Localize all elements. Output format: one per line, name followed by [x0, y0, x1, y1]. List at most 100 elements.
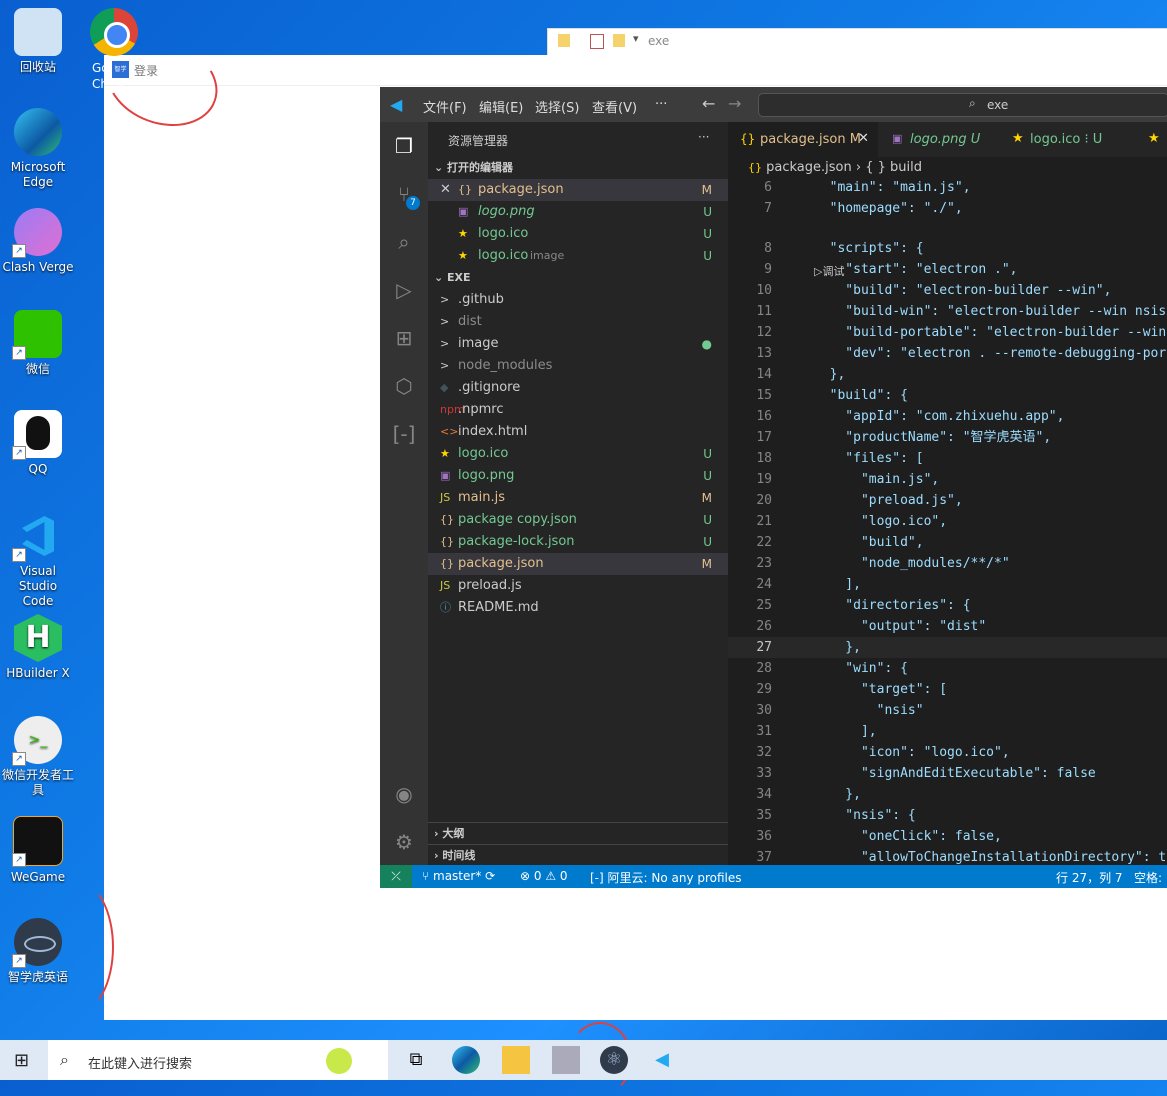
breadcrumb-symbol[interactable]: { } build: [865, 160, 922, 175]
search-text: exe: [987, 98, 1009, 112]
indent-status[interactable]: 空格: 2: [1134, 869, 1167, 900]
git-status: U: [703, 249, 712, 263]
file-tree-item[interactable]: ◆ .gitignore: [428, 377, 728, 399]
task-view-icon[interactable]: ⧉: [402, 1046, 430, 1074]
desktop-icon-wechat-devtools[interactable]: >_ ↗ 微信开发者工具: [2, 716, 74, 798]
code-text: "build",: [814, 535, 924, 550]
file-tree-item[interactable]: > image ●: [428, 333, 728, 355]
open-editors-header[interactable]: ⌄ 打开的编辑器: [428, 157, 728, 179]
tab-package-json[interactable]: {} package.json M ✕: [728, 122, 878, 157]
breadcrumb[interactable]: {} package.json › { } build: [748, 160, 922, 175]
star-icon[interactable]: ★: [1148, 131, 1160, 146]
open-editor-item[interactable]: ★ logo.ico U: [428, 223, 728, 245]
file-tree-item[interactable]: ★ logo.ico U: [428, 443, 728, 465]
desktop-icon-wechat[interactable]: ↗ 微信: [2, 310, 74, 377]
file-explorer-icon[interactable]: [502, 1046, 530, 1074]
back-arrow-icon[interactable]: ←: [702, 94, 715, 113]
file-tree-item[interactable]: {} package copy.json U: [428, 509, 728, 531]
code-text: ],: [814, 724, 877, 739]
desktop-icon-hbuilder[interactable]: H HBuilder X: [2, 614, 74, 681]
file-tree-item[interactable]: > .github: [428, 289, 728, 311]
file-tree-item[interactable]: npm .npmrc: [428, 399, 728, 421]
vscode-taskbar-icon[interactable]: ◀: [648, 1046, 676, 1074]
outline-header[interactable]: › 大纲: [428, 822, 728, 845]
file-icon: JS: [440, 579, 451, 592]
file-tree-item[interactable]: ⓘ README.md: [428, 597, 728, 619]
breadcrumb-file[interactable]: package.json: [766, 160, 852, 175]
timeline-header[interactable]: › 时间线: [428, 844, 728, 867]
menu-view[interactable]: 查看(V): [592, 97, 637, 116]
desktop-icon-edge[interactable]: Microsoft Edge: [2, 108, 74, 190]
code-text: "nsis": [814, 703, 924, 718]
dropdown-icon[interactable]: ▾: [633, 32, 639, 45]
desktop-icon-wegame[interactable]: ↗ WeGame: [2, 816, 74, 885]
folder-label: EXE: [447, 271, 471, 284]
tab-logo-ico[interactable]: ★ logo.ico ⁝ U: [998, 122, 1133, 157]
file-tree-item[interactable]: ▣ logo.png U: [428, 465, 728, 487]
open-editor-item[interactable]: ✕ {} package.json M: [428, 179, 728, 201]
file-tree-item[interactable]: > node_modules: [428, 355, 728, 377]
code-text: "build-portable": "electron-builder --wi…: [814, 325, 1167, 340]
line-number: 9: [764, 262, 772, 277]
file-icon: {}: [440, 557, 454, 570]
line-number: 7: [764, 201, 772, 216]
search-icon[interactable]: ⌕: [392, 230, 416, 254]
line-number: 28: [756, 661, 772, 676]
windows-start-icon[interactable]: ⊞: [14, 1050, 29, 1071]
remote-icon[interactable]: ⬡: [392, 374, 416, 398]
forward-arrow-icon[interactable]: →: [728, 94, 741, 113]
file-explorer-window-strip[interactable]: ▾ exe: [547, 28, 1167, 56]
close-icon[interactable]: ✕: [858, 131, 869, 146]
folder-header[interactable]: ⌄ EXE: [428, 267, 728, 289]
taskbar-search[interactable]: ⌕ 在此键入进行搜索: [48, 1040, 388, 1080]
problems-status[interactable]: ⊗ 0 ⚠ 0: [520, 869, 568, 883]
file-tree-item[interactable]: <> index.html: [428, 421, 728, 443]
open-editor-item[interactable]: ★ logo.ico image U: [428, 245, 728, 267]
settings-gear-icon[interactable]: ⚙: [392, 830, 416, 854]
branch-status[interactable]: ⑂ master* ⟳: [422, 869, 495, 883]
code-area[interactable]: 6 "main": "main.js", 7 "homepage": "./", 8…: [728, 177, 1167, 865]
desktop-icon-vscode[interactable]: ↗ Visual Studio Code: [2, 512, 74, 609]
explorer-files-icon[interactable]: ❐: [392, 134, 416, 158]
command-center-search[interactable]: ⌕ exe: [758, 93, 1167, 117]
file-tree-item[interactable]: JS preload.js: [428, 575, 728, 597]
login-window-titlebar[interactable]: 智学虎 登录: [104, 55, 1167, 90]
tab-logo-png[interactable]: ▣ logo.png U: [878, 122, 998, 157]
sidebar-more-button[interactable]: ···: [698, 130, 709, 144]
close-icon[interactable]: ✕: [440, 179, 451, 201]
vscode-titlebar: ◀ 文件(F) 编辑(E) 选择(S) 查看(V) ··· ← → ⌕ exe: [380, 87, 1167, 122]
file-name: README.md: [458, 600, 539, 615]
aliyun-icon[interactable]: [-]: [392, 422, 416, 446]
file-icon: >: [440, 337, 450, 350]
atom-taskbar-icon[interactable]: ⚛: [600, 1046, 628, 1074]
git-status: M: [701, 491, 712, 505]
photos-icon[interactable]: [552, 1046, 580, 1074]
file-name: package.json: [478, 182, 564, 197]
account-icon[interactable]: ◉: [392, 782, 416, 806]
cursor-position[interactable]: 行 27，列 7: [1056, 869, 1123, 886]
file-name: node_modules: [458, 358, 553, 373]
file-tree-item[interactable]: {} package.json M: [428, 553, 728, 575]
file-tree-item[interactable]: > dist: [428, 311, 728, 333]
menu-more[interactable]: ···: [655, 97, 667, 112]
menu-selection[interactable]: 选择(S): [535, 97, 579, 116]
line-number: 34: [756, 787, 772, 802]
vscode-logo-icon: ◀: [390, 95, 403, 114]
edge-taskbar-icon[interactable]: [452, 1046, 480, 1074]
open-editor-item[interactable]: ▣ logo.png U: [428, 201, 728, 223]
file-tree-item[interactable]: {} package-lock.json U: [428, 531, 728, 553]
star-icon: ★: [1012, 131, 1024, 146]
branch-name: master*: [433, 869, 482, 883]
desktop-icon-qq[interactable]: ↗ QQ: [2, 410, 74, 477]
penguin-icon: ↗: [12, 410, 62, 460]
run-debug-icon[interactable]: ▷: [392, 278, 416, 302]
desktop-icon-recycle-bin[interactable]: 回收站: [2, 8, 74, 75]
aliyun-status[interactable]: [-] 阿里云: No any profiles: [590, 869, 742, 886]
remote-indicator-icon[interactable]: ⤫: [380, 865, 412, 888]
extensions-icon[interactable]: ⊞: [392, 326, 416, 350]
menu-edit[interactable]: 编辑(E): [479, 97, 523, 116]
menu-file[interactable]: 文件(F): [423, 97, 467, 116]
file-tree-item[interactable]: JS main.js M: [428, 487, 728, 509]
desktop-icon-clash-verge[interactable]: ↗ Clash Verge: [2, 208, 74, 275]
code-text: "preload.js",: [814, 493, 963, 508]
